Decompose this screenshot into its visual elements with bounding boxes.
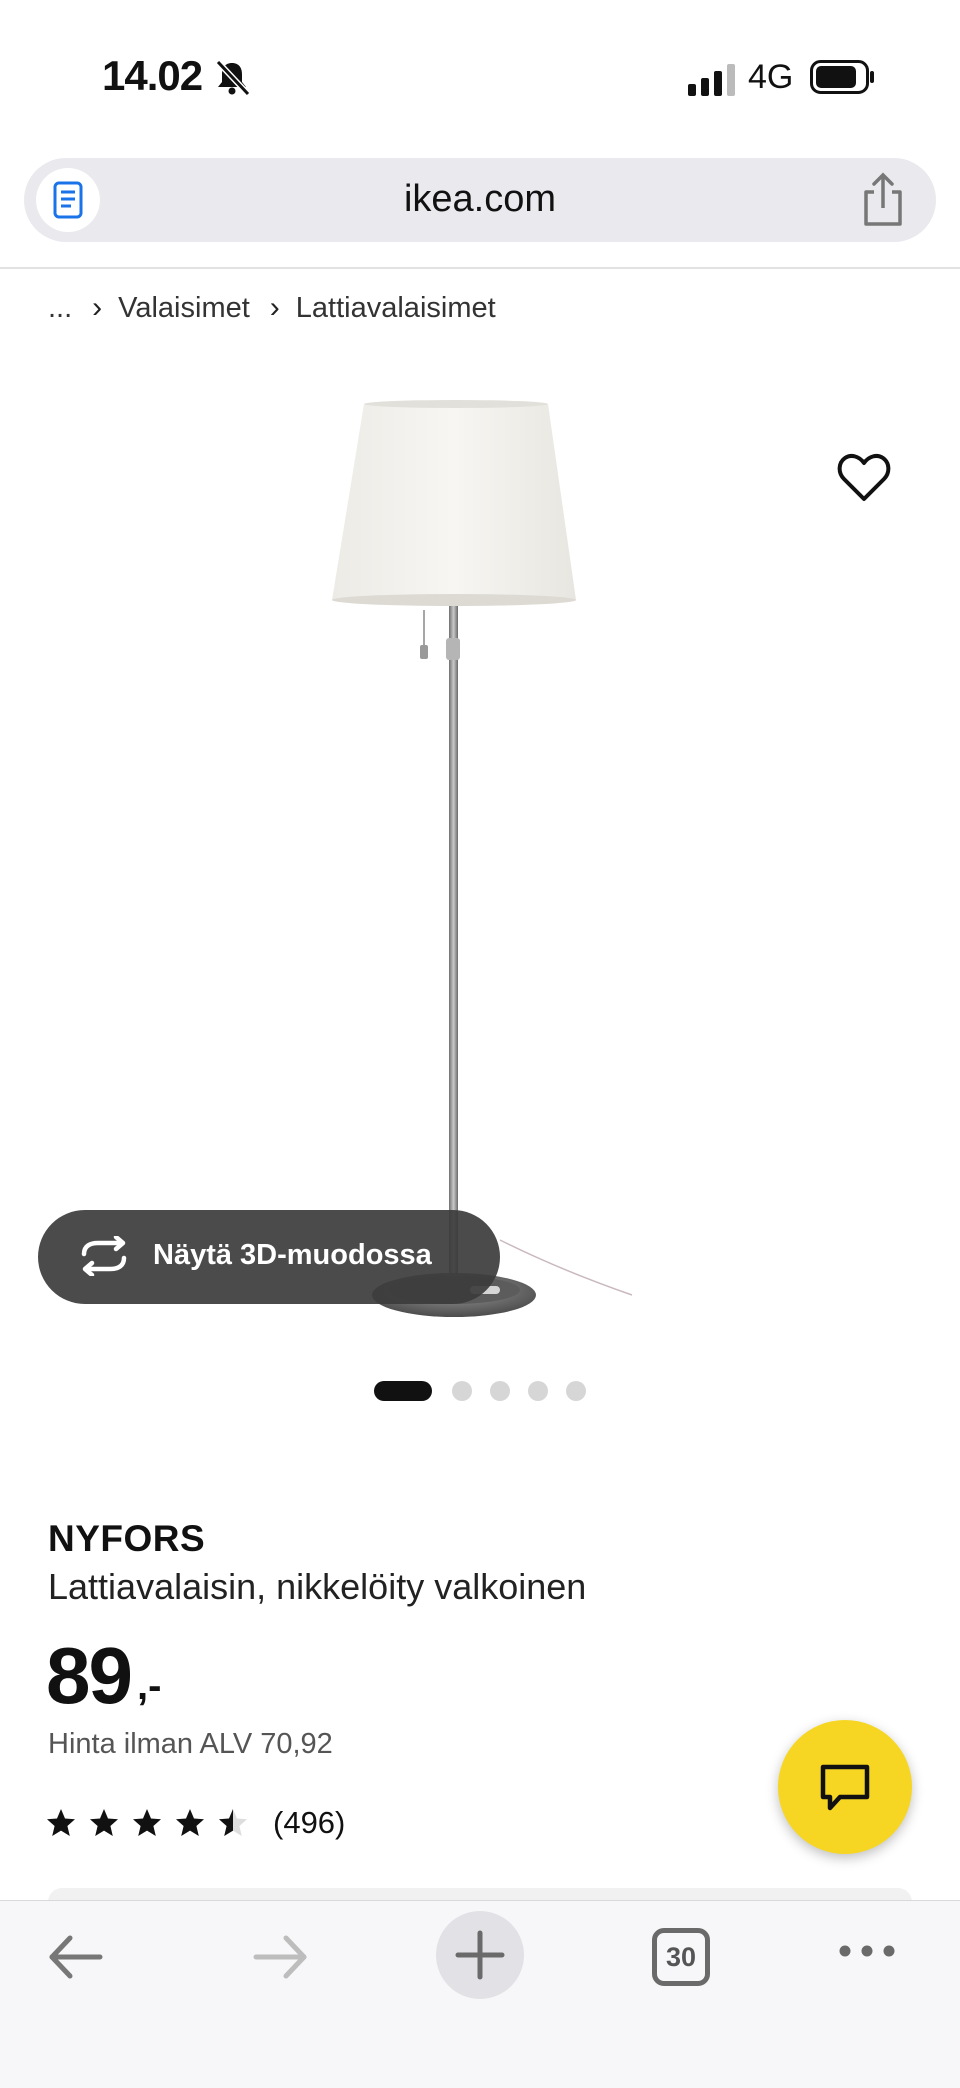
product-rating[interactable]: (496) — [46, 1800, 345, 1846]
network-type: 4G — [748, 58, 794, 96]
back-arrow-icon[interactable] — [44, 1925, 108, 1989]
view-3d-label: Näytä 3D-muodossa — [153, 1239, 432, 1271]
price-suffix: ,- — [137, 1664, 162, 1708]
chat-bubble-icon — [820, 1764, 870, 1811]
star-full-icon — [90, 1809, 118, 1836]
review-count[interactable]: (496) — [273, 1805, 345, 1841]
browser-toolbar: 30 — [0, 1900, 960, 2088]
chat-button[interactable] — [778, 1720, 912, 1854]
product-name: NYFORS — [48, 1518, 206, 1559]
product-image-gallery[interactable] — [0, 345, 960, 1355]
chevron-right-icon: › — [269, 291, 280, 324]
carousel-dot[interactable] — [452, 1381, 472, 1401]
new-tab-button[interactable] — [436, 1911, 524, 1999]
carousel-dot[interactable] — [528, 1381, 548, 1401]
battery-icon — [810, 60, 874, 94]
forward-arrow-icon[interactable] — [248, 1925, 312, 1989]
status-bar: 14.02 4G — [0, 0, 960, 140]
plus-icon — [455, 1930, 505, 1980]
star-full-icon — [176, 1809, 204, 1836]
star-full-icon — [133, 1809, 161, 1836]
view-3d-button[interactable]: Näytä 3D-muodossa — [38, 1210, 500, 1304]
carousel-dot-active[interactable] — [374, 1381, 432, 1401]
product-price: 89 — [46, 1631, 133, 1720]
tabs-button[interactable]: 30 — [652, 1928, 710, 1986]
more-icon[interactable] — [838, 1941, 896, 1961]
url-text[interactable]: ikea.com — [24, 178, 936, 221]
signal-icon — [688, 64, 735, 96]
breadcrumb-item-lattiavalaisimet[interactable]: Lattiavalaisimet — [296, 292, 496, 325]
chevron-right-icon: › — [92, 291, 103, 324]
product-image-floor-lamp[interactable] — [0, 345, 960, 1355]
carousel-dot[interactable] — [566, 1381, 586, 1401]
share-icon[interactable] — [856, 172, 910, 228]
status-time: 14.02 — [102, 52, 203, 99]
bell-muted-icon — [215, 59, 251, 97]
rotate-3d-icon — [81, 1236, 127, 1276]
breadcrumb-item-valaisimet[interactable]: Valaisimet — [118, 292, 250, 325]
heart-icon[interactable] — [836, 452, 892, 504]
breadcrumb: ... › Valaisimet › Lattiavalaisimet — [48, 284, 496, 332]
star-half-icon — [219, 1809, 247, 1836]
address-bar[interactable]: ikea.com — [24, 158, 936, 242]
breadcrumb-ellipsis[interactable]: ... — [48, 292, 72, 325]
star-full-icon — [47, 1809, 75, 1836]
price-excluding-vat: Hinta ilman ALV 70,92 — [48, 1728, 333, 1760]
product-description: Lattiavalaisin, nikkelöity valkoinen — [48, 1566, 587, 1607]
header-divider — [0, 267, 960, 269]
carousel-dot[interactable] — [490, 1381, 510, 1401]
